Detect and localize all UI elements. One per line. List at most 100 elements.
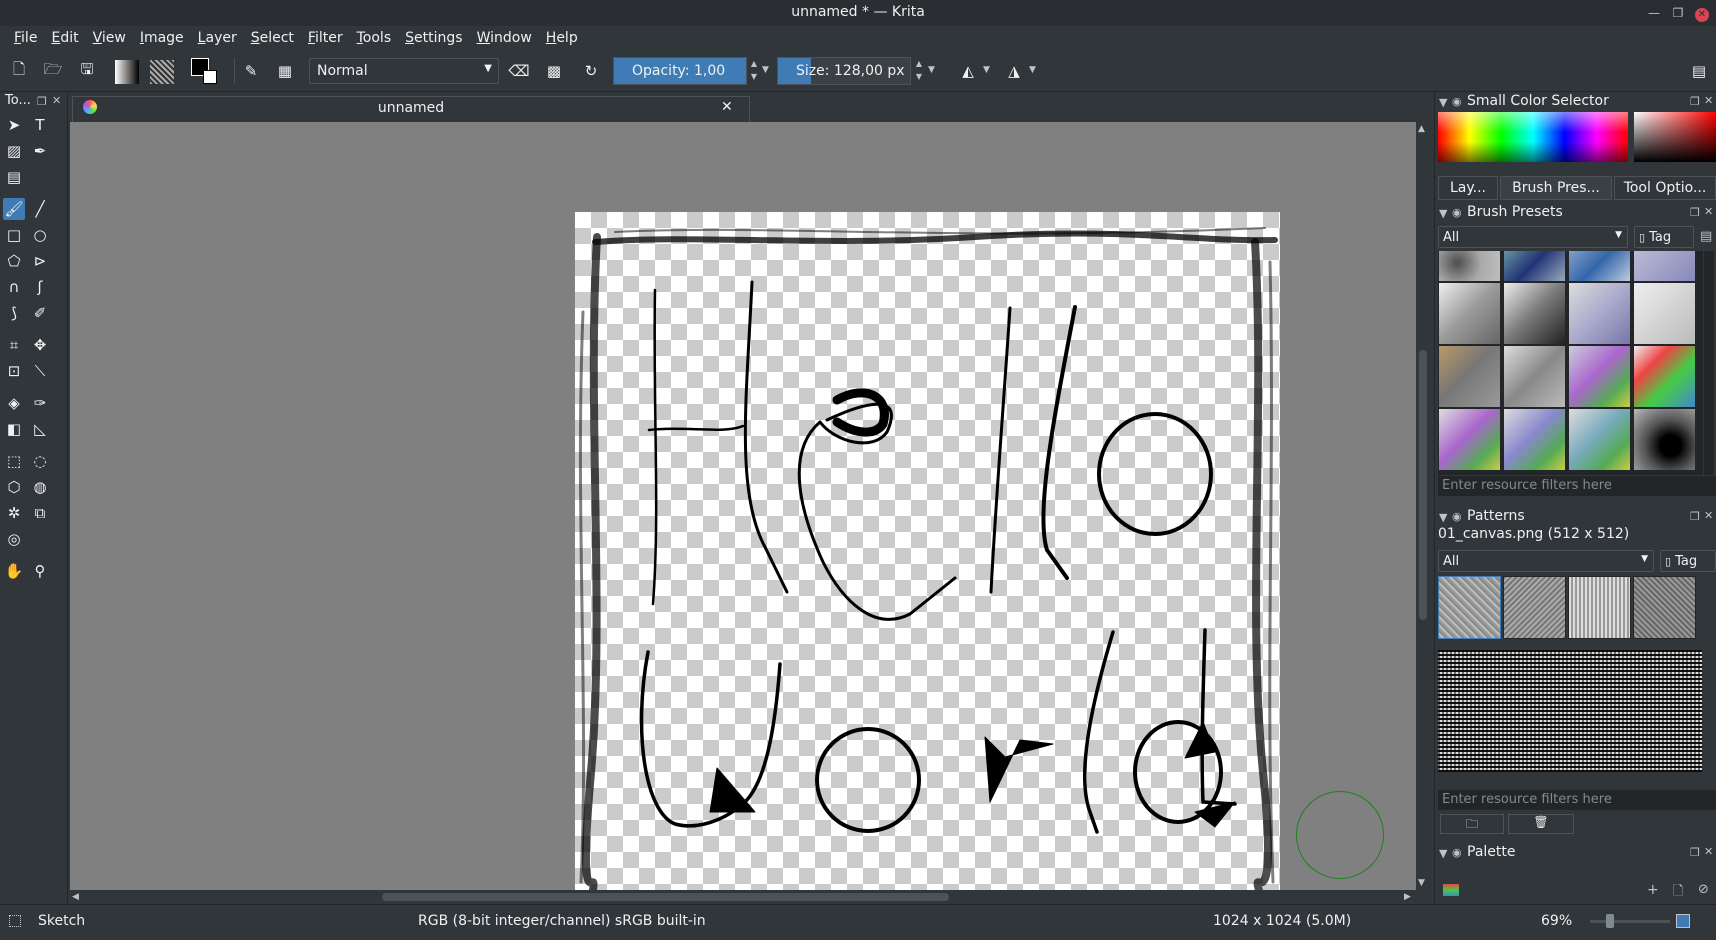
float-docker-icon[interactable]: ❐ (1690, 95, 1700, 108)
freehand-brush-tool-icon[interactable]: 🖌 (3, 198, 25, 220)
menu-view[interactable]: View (86, 30, 133, 46)
menu-file[interactable]: File (7, 30, 44, 46)
lock-docker-icon[interactable]: ◉ (1452, 510, 1462, 523)
horizontal-scrollbar-thumb[interactable] (382, 893, 949, 901)
delete-pattern-button[interactable]: 🗑 (1508, 814, 1574, 834)
brush-preset-thumbnail[interactable] (1438, 282, 1501, 345)
calligraphy-tool-icon[interactable]: ✒ (29, 140, 51, 162)
brush-editor-icon[interactable]: ✎ (240, 60, 262, 82)
dynamic-brush-tool-icon[interactable]: ⟆ (3, 302, 25, 324)
float-docker-icon[interactable]: ❐ (1690, 510, 1700, 523)
multibrush-tool-icon[interactable]: ✐ (29, 302, 51, 324)
color-picker-tool-icon[interactable]: ✑ (29, 392, 51, 414)
brush-preset-thumbnail[interactable] (1633, 345, 1696, 408)
minimize-icon[interactable]: — (1644, 3, 1664, 23)
rectangular-selection-tool-icon[interactable]: ⬚ (3, 450, 25, 472)
edit-shapes-tool-icon[interactable]: ▨ (3, 140, 25, 162)
scroll-up-icon[interactable]: ▲ (1418, 124, 1425, 134)
zoom-level[interactable]: 69% (1541, 913, 1572, 929)
gradient-selector-icon[interactable] (115, 60, 139, 84)
pattern-tag-filter-select[interactable]: All ▼ (1438, 550, 1654, 572)
eraser-mode-icon[interactable]: ⌫ (508, 60, 530, 82)
bezier-curve-tool-icon[interactable]: ∩ (3, 276, 25, 298)
freehand-selection-tool-icon[interactable]: ◍ (29, 476, 51, 498)
menu-tools[interactable]: Tools (350, 30, 399, 46)
new-document-icon[interactable]: 🗋 (8, 60, 30, 82)
background-color-swatch[interactable] (203, 70, 217, 84)
collapse-arrow-icon[interactable]: ▼ (1439, 847, 1447, 860)
lock-docker-icon[interactable]: ◉ (1452, 846, 1462, 859)
brush-preset-thumbnail[interactable] (1503, 251, 1566, 282)
brush-preset-thumbnail[interactable] (1633, 282, 1696, 345)
close-tab-icon[interactable]: ✕ (721, 99, 733, 115)
open-document-icon[interactable]: 🗁 (42, 60, 64, 82)
preserve-alpha-icon[interactable]: ▩ (543, 60, 565, 82)
menu-layer[interactable]: Layer (191, 30, 244, 46)
assistant-tool-icon[interactable]: ⟍ (29, 360, 51, 382)
brush-preset-thumbnail[interactable] (1503, 345, 1566, 408)
brush-tag-button[interactable]: ▯ Tag (1634, 226, 1694, 248)
hue-slider[interactable] (1438, 112, 1628, 162)
mirror-view-icon[interactable] (1676, 914, 1690, 928)
palette-icon[interactable] (1443, 884, 1459, 896)
polyline-tool-icon[interactable]: ⊳ (29, 250, 51, 272)
brush-resource-filter-input[interactable]: Enter resource filters here (1438, 476, 1716, 496)
size-spin-icon[interactable]: ▲ ▼ (912, 57, 926, 85)
pattern-resource-filter-input[interactable]: Enter resource filters here (1438, 790, 1716, 810)
brush-presets-icon[interactable]: ▦ (274, 60, 296, 82)
rectangle-tool-icon[interactable]: □ (3, 224, 25, 246)
menu-select[interactable]: Select (244, 30, 301, 46)
close-docker-icon[interactable]: ✕ (1704, 845, 1713, 858)
pattern-selector-icon[interactable] (150, 60, 174, 84)
document-canvas[interactable] (575, 212, 1280, 890)
menu-edit[interactable]: Edit (44, 30, 85, 46)
brush-preset-thumbnail[interactable] (1438, 408, 1501, 471)
add-palette-icon[interactable]: 🗋 (1673, 882, 1683, 904)
saturation-value-box[interactable] (1634, 112, 1716, 162)
zoom-slider[interactable] (1590, 920, 1670, 923)
freehand-path-tool-icon[interactable]: ʃ (29, 276, 51, 298)
menu-image[interactable]: Image (133, 30, 191, 46)
zoom-tool-icon[interactable]: ⚲ (29, 560, 51, 582)
pattern-thumbnail[interactable] (1503, 576, 1566, 639)
pan-tool-icon[interactable]: ✋ (3, 560, 25, 582)
collapse-arrow-icon[interactable]: ▼ (1439, 511, 1447, 524)
zoom-slider-handle[interactable] (1606, 914, 1614, 928)
brush-preset-thumbnail[interactable] (1568, 408, 1631, 471)
float-docker-icon[interactable]: ❐ (1690, 206, 1700, 219)
brush-preset-thumbnail[interactable] (1568, 282, 1631, 345)
import-pattern-button[interactable]: 🗀 (1440, 814, 1504, 834)
lock-docker-icon[interactable]: ◉ (1452, 95, 1462, 108)
pattern-thumbnail[interactable] (1438, 576, 1501, 639)
menu-help[interactable]: Help (539, 30, 585, 46)
collapse-arrow-icon[interactable]: ▼ (1439, 207, 1447, 220)
contiguous-selection-tool-icon[interactable]: ✲ (3, 502, 25, 524)
scroll-left-icon[interactable]: ◀ (72, 892, 79, 902)
menu-filter[interactable]: Filter (301, 30, 350, 46)
maximize-icon[interactable]: ❐ (1668, 3, 1688, 23)
blend-mode-select[interactable]: Normal ▼ (309, 58, 499, 84)
reference-images-tool-icon[interactable]: ▤ (3, 166, 25, 188)
gradient-tool-icon[interactable]: ◧ (3, 418, 25, 440)
scroll-down-icon[interactable]: ▼ (1418, 878, 1425, 888)
close-docker-icon[interactable]: ✕ (1704, 94, 1713, 107)
pattern-tag-button[interactable]: ▯ Tag (1660, 550, 1716, 572)
polygon-tool-icon[interactable]: ⬠ (3, 250, 25, 272)
remove-swatch-icon[interactable]: ⊘ (1698, 882, 1709, 897)
float-docker-icon[interactable]: ❐ (1690, 846, 1700, 859)
storage-icon[interactable]: ▤ (1700, 229, 1712, 244)
scroll-right-icon[interactable]: ▶ (1404, 892, 1411, 902)
brush-preset-thumbnail[interactable] (1503, 282, 1566, 345)
workspace-chooser-icon[interactable]: ▤ (1688, 60, 1710, 82)
brush-preset-thumbnail[interactable] (1438, 345, 1501, 408)
move-tool-icon[interactable]: ✥ (29, 334, 51, 356)
transform-tool-icon[interactable]: ⊡ (3, 360, 25, 382)
collapse-arrow-icon[interactable]: ▼ (1439, 96, 1447, 109)
vertical-scrollbar-thumb[interactable] (1419, 350, 1427, 620)
elliptical-selection-tool-icon[interactable]: ◌ (29, 450, 51, 472)
brush-tag-filter-select[interactable]: All ▼ (1438, 226, 1628, 248)
close-docker-icon[interactable]: ✕ (1704, 205, 1713, 218)
brush-preset-thumbnail[interactable] (1503, 408, 1566, 471)
brush-preset-thumbnail[interactable] (1568, 251, 1631, 282)
crop-tool-icon[interactable]: ⌗ (3, 334, 25, 356)
